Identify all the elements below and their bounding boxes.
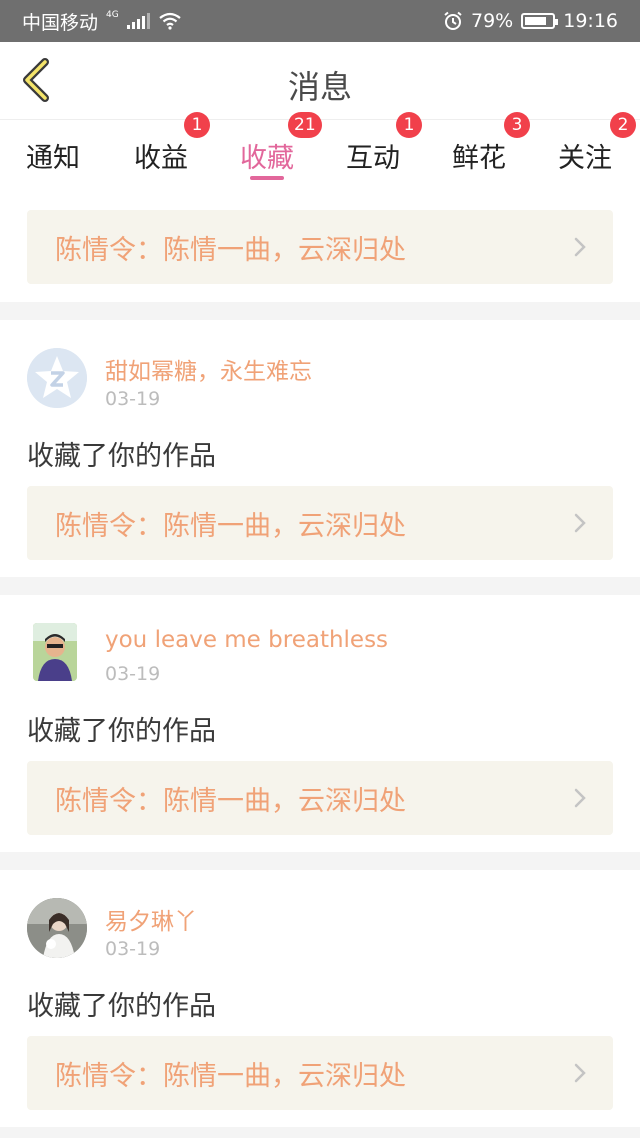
user-name[interactable]: 甜如幂糖，永生难忘	[105, 352, 312, 386]
action-text: 收藏了你的作品	[27, 716, 216, 747]
tab-bar: 通知 收益 1 收藏 21 互动 1 鲜花 3 关注 2	[0, 112, 640, 190]
back-button[interactable]	[12, 56, 60, 104]
tab-flowers[interactable]: 鲜花 3	[426, 112, 532, 190]
chevron-right-icon	[574, 1063, 586, 1083]
tab-badge: 1	[184, 112, 210, 138]
work-link[interactable]: 陈情令：陈情一曲，云深归处	[27, 1036, 613, 1110]
clock-time: 19:16	[563, 10, 618, 32]
network-type: 4G	[106, 10, 119, 20]
tab-label: 收益	[134, 143, 188, 174]
work-link[interactable]: 陈情令：陈情一曲，云深归处	[27, 210, 613, 284]
avatar[interactable]	[33, 623, 77, 681]
default-avatar-icon	[27, 348, 87, 408]
tab-label: 收藏	[240, 143, 294, 174]
chevron-left-icon	[23, 58, 49, 102]
alarm-icon	[444, 11, 462, 30]
tab-badge: 21	[288, 112, 322, 138]
avatar[interactable]	[27, 348, 87, 408]
work-title: 陈情令：陈情一曲，云深归处	[55, 1060, 406, 1092]
tab-label: 关注	[558, 143, 612, 174]
active-tab-indicator	[250, 176, 284, 180]
tab-favorites[interactable]: 收藏 21	[214, 112, 322, 190]
tab-label: 互动	[346, 143, 400, 174]
status-bar: 中国移动 4G 79% 19:16	[0, 0, 640, 42]
tab-badge: 2	[610, 112, 636, 138]
work-title: 陈情令：陈情一曲，云深归处	[55, 785, 406, 817]
list-item: 陈情令：陈情一曲，云深归处	[0, 190, 640, 302]
user-name[interactable]: 易夕琳丫	[105, 902, 197, 936]
battery-percent: 79%	[471, 10, 514, 32]
chevron-right-icon	[574, 513, 586, 533]
user-name[interactable]: you leave me breathless	[105, 627, 388, 653]
user-photo-icon	[27, 898, 87, 958]
list-item: 甜如幂糖，永生难忘 03-19 收藏了你的作品 陈情令：陈情一曲，云深归处	[0, 320, 640, 577]
avatar[interactable]	[27, 898, 87, 958]
tab-badge: 1	[396, 112, 422, 138]
chevron-right-icon	[574, 237, 586, 257]
signal-icon	[126, 13, 150, 29]
battery-icon	[521, 13, 559, 29]
tab-earnings[interactable]: 收益 1	[108, 112, 214, 190]
tab-following[interactable]: 关注 2	[532, 112, 638, 190]
tab-badge: 3	[504, 112, 530, 138]
chevron-right-icon	[574, 788, 586, 808]
action-text: 收藏了你的作品	[27, 441, 216, 472]
tab-notify[interactable]: 通知	[0, 120, 106, 190]
user-photo-icon	[33, 623, 77, 681]
work-link[interactable]: 陈情令：陈情一曲，云深归处	[27, 761, 613, 835]
work-link[interactable]: 陈情令：陈情一曲，云深归处	[27, 486, 613, 560]
list-item: 易夕琳丫 03-19 收藏了你的作品 陈情令：陈情一曲，云深归处	[0, 870, 640, 1127]
post-date: 03-19	[105, 938, 161, 960]
carrier-label: 中国移动	[22, 11, 99, 34]
work-title: 陈情令：陈情一曲，云深归处	[55, 234, 406, 266]
tab-label: 通知	[26, 143, 80, 174]
tab-label: 鲜花	[452, 143, 506, 174]
post-date: 03-19	[105, 663, 161, 685]
page-title: 消息	[287, 68, 352, 106]
tab-interaction[interactable]: 互动 1	[320, 112, 426, 190]
action-text: 收藏了你的作品	[27, 991, 216, 1022]
post-date: 03-19	[105, 388, 161, 410]
work-title: 陈情令：陈情一曲，云深归处	[55, 510, 406, 542]
wifi-icon	[159, 12, 181, 30]
list-item: you leave me breathless 03-19 收藏了你的作品 陈情…	[0, 595, 640, 852]
app-header: 消息	[0, 42, 640, 120]
